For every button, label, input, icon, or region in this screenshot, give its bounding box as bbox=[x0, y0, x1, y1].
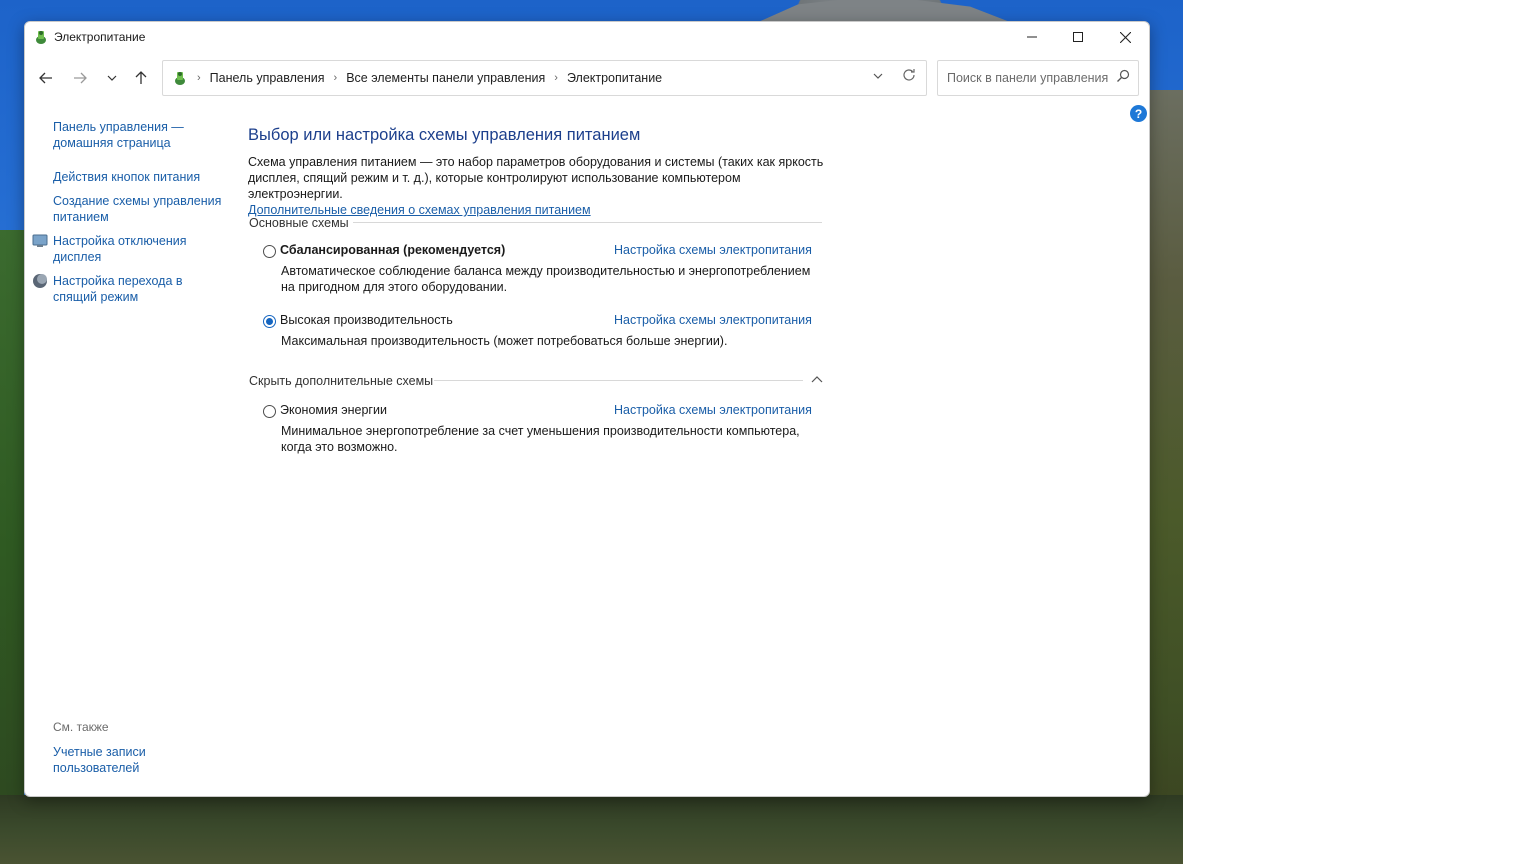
minimize-icon bbox=[1027, 36, 1037, 38]
plan-high-performance-radio[interactable] bbox=[263, 315, 276, 328]
plan-high-performance-label[interactable]: Высокая производительность bbox=[280, 313, 453, 327]
chevron-up-icon[interactable] bbox=[810, 374, 824, 384]
group-basic-plans-heading: Основные схемы bbox=[249, 216, 349, 230]
title-bar[interactable]: Электропитание bbox=[25, 22, 1149, 52]
breadcrumb-separator-icon[interactable]: › bbox=[334, 72, 338, 84]
group-hidden-plans-heading[interactable]: Скрыть дополнительные схемы bbox=[249, 374, 433, 388]
forward-button[interactable] bbox=[67, 66, 93, 90]
navigation-bar: › Панель управления › Все элементы панел… bbox=[25, 58, 1149, 98]
plan-balanced-description: Автоматическое соблюдение баланса между … bbox=[281, 263, 811, 295]
power-options-window: Электропитание › Панель управления › Все… bbox=[24, 21, 1150, 797]
power-options-icon bbox=[36, 31, 46, 44]
plan-description-line: Максимальная производительность (может п… bbox=[281, 334, 728, 348]
plan-description-line: когда это возможно. bbox=[281, 440, 398, 454]
close-button[interactable] bbox=[1102, 22, 1148, 52]
description-line: Схема управления питанием — это набор па… bbox=[248, 155, 824, 169]
up-button[interactable] bbox=[128, 66, 154, 90]
search-icon[interactable] bbox=[1116, 69, 1130, 83]
moon-icon bbox=[33, 274, 47, 288]
chevron-down-icon bbox=[873, 73, 883, 79]
sidebar-item-power-buttons[interactable]: Действия кнопок питания bbox=[53, 169, 200, 185]
window-title: Электропитание bbox=[54, 30, 146, 44]
plan-balanced-label[interactable]: Сбалансированная (рекомендуется) bbox=[280, 243, 505, 257]
mountain-left bbox=[0, 230, 24, 864]
sidebar-item-label: Панель управления — bbox=[53, 120, 184, 134]
divider bbox=[434, 380, 803, 381]
sidebar-item-label: спящий режим bbox=[53, 290, 139, 304]
plan-power-saver-description: Минимальное энергопотребление за счет ум… bbox=[281, 423, 811, 455]
search-box[interactable] bbox=[937, 60, 1139, 96]
sidebar-item-sleep[interactable]: Настройка перехода в спящий режим bbox=[53, 273, 183, 305]
arrow-up-icon bbox=[135, 71, 147, 84]
breadcrumb-separator-icon[interactable]: › bbox=[554, 72, 558, 84]
breadcrumb-control-panel[interactable]: Панель управления bbox=[210, 71, 325, 85]
sidebar-item-user-accounts[interactable]: Учетные записи пользователей bbox=[53, 744, 146, 776]
sidebar-item-home[interactable]: Панель управления — домашняя страница bbox=[53, 119, 184, 151]
search-input[interactable] bbox=[945, 68, 1114, 88]
sidebar-item-label: питанием bbox=[53, 210, 109, 224]
sidebar-item-create-plan[interactable]: Создание схемы управления питанием bbox=[53, 193, 221, 225]
description-line: дисплея, спящий режим и т. д.), которые … bbox=[248, 171, 741, 201]
sidebar-item-label: Действия кнопок питания bbox=[53, 170, 201, 184]
sidebar-item-label: Создание схемы управления bbox=[53, 194, 222, 208]
sidebar-item-label: пользователей bbox=[53, 761, 140, 775]
monitor-icon bbox=[32, 234, 48, 247]
plan-description-line: Автоматическое соблюдение баланса между … bbox=[281, 264, 811, 278]
maximize-button[interactable] bbox=[1055, 22, 1101, 52]
maximize-icon bbox=[1073, 32, 1083, 42]
page-description: Схема управления питанием — это набор па… bbox=[248, 154, 838, 218]
plan-description-line: Минимальное энергопотребление за счет ум… bbox=[281, 424, 800, 438]
plan-balanced-radio[interactable] bbox=[263, 245, 276, 258]
divider bbox=[353, 222, 822, 223]
plan-high-performance-description: Максимальная производительность (может п… bbox=[281, 333, 811, 349]
arrow-left-icon bbox=[39, 72, 52, 84]
chevron-down-icon bbox=[107, 75, 117, 81]
minimize-button[interactable] bbox=[1009, 22, 1055, 52]
mountain-peak bbox=[758, 0, 1010, 22]
control-panel-icon bbox=[175, 72, 185, 85]
close-icon bbox=[1119, 31, 1131, 43]
help-button[interactable]: ? bbox=[1130, 105, 1147, 122]
plan-power-saver-label[interactable]: Экономия энергии bbox=[280, 403, 387, 417]
sidebar-item-label: Настройка отключения bbox=[53, 234, 187, 248]
plan-power-saver-radio[interactable] bbox=[263, 405, 276, 418]
breadcrumb-separator-icon: › bbox=[197, 72, 201, 84]
back-button[interactable] bbox=[33, 66, 59, 90]
sidebar-item-label: домашняя страница bbox=[53, 136, 171, 150]
see-also-heading: См. также bbox=[53, 720, 109, 734]
valley bbox=[0, 795, 1183, 864]
sidebar-item-label: Настройка перехода в bbox=[53, 274, 183, 288]
sidebar-item-display-off[interactable]: Настройка отключения дисплея bbox=[53, 233, 187, 265]
address-history-button[interactable] bbox=[873, 70, 883, 82]
plan-balanced-settings-link[interactable]: Настройка схемы электропитания bbox=[614, 243, 812, 257]
arrow-right-icon bbox=[74, 72, 87, 84]
mountain-right bbox=[1148, 90, 1183, 864]
refresh-button[interactable] bbox=[902, 68, 916, 86]
refresh-icon bbox=[903, 69, 915, 81]
breadcrumb-all-items[interactable]: Все элементы панели управления bbox=[346, 71, 545, 85]
sidebar-item-label: дисплея bbox=[53, 250, 102, 264]
address-bar[interactable]: › Панель управления › Все элементы панел… bbox=[162, 60, 927, 96]
plan-power-saver-settings-link[interactable]: Настройка схемы электропитания bbox=[614, 403, 812, 417]
plan-description-line: на пригодном для этого оборудовании. bbox=[281, 280, 508, 294]
recent-locations-button[interactable] bbox=[99, 66, 125, 90]
breadcrumb-power-options[interactable]: Электропитание bbox=[567, 71, 662, 85]
page-title: Выбор или настройка схемы управления пит… bbox=[248, 126, 641, 144]
sidebar-item-label: Учетные записи bbox=[53, 745, 146, 759]
plan-high-performance-settings-link[interactable]: Настройка схемы электропитания bbox=[614, 313, 812, 327]
